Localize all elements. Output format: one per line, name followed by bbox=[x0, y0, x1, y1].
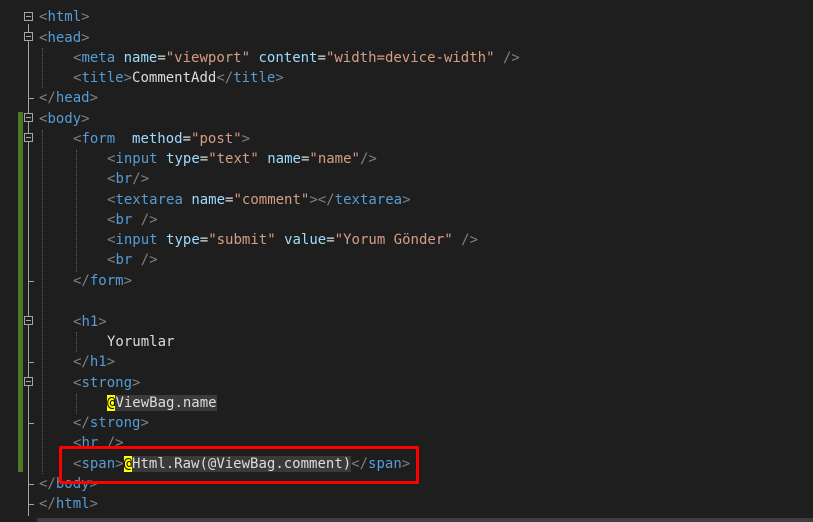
indent-guide bbox=[76, 150, 77, 272]
collapse-body-icon[interactable] bbox=[24, 113, 33, 122]
collapse-form-icon[interactable] bbox=[24, 133, 33, 142]
code-line[interactable]: <head> bbox=[39, 28, 90, 48]
code-line[interactable]: <br /> bbox=[107, 210, 158, 230]
textarea-name-value: comment bbox=[241, 192, 301, 208]
submit-value-text: Yorum Gönder bbox=[343, 232, 445, 248]
meta-content-value: width=device-width bbox=[334, 50, 487, 66]
fold-end-strong bbox=[28, 423, 34, 424]
code-line[interactable]: @ViewBag.name bbox=[107, 393, 217, 413]
highlight-annotation-box bbox=[59, 446, 419, 484]
title-text: CommentAdd bbox=[132, 70, 217, 86]
fold-end-html bbox=[28, 504, 34, 505]
code-line[interactable]: </form> bbox=[73, 271, 132, 291]
fold-end-form bbox=[28, 281, 34, 282]
code-line[interactable]: </head> bbox=[39, 88, 98, 108]
indent-guide bbox=[42, 48, 43, 88]
code-line[interactable]: <title>CommentAdd</title> bbox=[73, 68, 284, 88]
code-line[interactable]: <strong> bbox=[73, 373, 140, 393]
indent-guide bbox=[76, 332, 77, 352]
viewbag-name-expression: ViewBag.name bbox=[115, 395, 217, 411]
form-method-value: post bbox=[199, 131, 234, 147]
submit-type-value: submit bbox=[216, 232, 268, 248]
code-line[interactable]: <body> bbox=[39, 109, 90, 129]
code-line[interactable]: <br /> bbox=[107, 250, 158, 270]
code-line[interactable]: <form method="post"> bbox=[73, 129, 250, 149]
fold-end-head bbox=[28, 98, 34, 99]
indent-guide bbox=[42, 130, 43, 474]
change-indicator-bar bbox=[18, 112, 23, 472]
input-name-value: name bbox=[317, 151, 352, 167]
fold-end-body bbox=[28, 484, 34, 485]
code-line[interactable]: <input type="text" name="name"/> bbox=[107, 149, 377, 169]
code-line[interactable]: <textarea name="comment"></textarea> bbox=[107, 190, 411, 210]
code-line[interactable]: </html> bbox=[39, 494, 98, 514]
indent-guide bbox=[76, 394, 77, 414]
code-line[interactable]: </strong> bbox=[73, 413, 149, 433]
code-line[interactable]: <meta name="viewport" content="width=dev… bbox=[73, 48, 520, 68]
code-line[interactable]: <br/> bbox=[107, 169, 149, 189]
fold-end-h1 bbox=[28, 362, 34, 363]
code-line[interactable]: <html> bbox=[39, 7, 90, 27]
collapse-strong-icon[interactable] bbox=[24, 377, 33, 386]
collapse-html-icon[interactable] bbox=[24, 12, 33, 21]
h1-text: Yorumlar bbox=[107, 334, 175, 350]
code-line[interactable]: <input type="submit" value="Yorum Gönder… bbox=[107, 230, 478, 250]
code-editor[interactable]: <html> <head> <meta name="viewport" cont… bbox=[0, 0, 813, 522]
input-type-value: text bbox=[216, 151, 251, 167]
code-line[interactable]: Yorumlar bbox=[107, 332, 174, 352]
horizontal-scrollbar[interactable] bbox=[37, 518, 813, 522]
code-line[interactable]: <h1> bbox=[73, 312, 107, 332]
code-line[interactable]: </h1> bbox=[73, 352, 115, 372]
fold-line-body bbox=[28, 128, 29, 480]
collapse-head-icon[interactable] bbox=[24, 32, 33, 41]
collapse-h1-icon[interactable] bbox=[24, 316, 33, 325]
